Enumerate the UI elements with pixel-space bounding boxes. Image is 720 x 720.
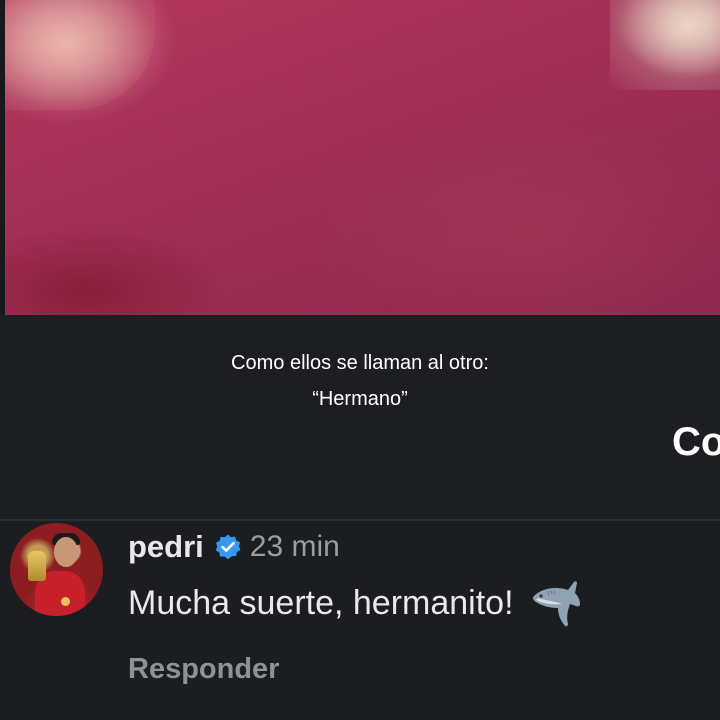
- blurred-hand: [5, 0, 155, 110]
- blurred-highlight: [610, 0, 720, 90]
- caption-line-2: “Hermano”: [312, 388, 408, 410]
- video-frame[interactable]: [5, 0, 720, 315]
- comment-header: pedri 23 min: [128, 527, 340, 567]
- reply-button[interactable]: Responder: [128, 649, 279, 689]
- username-link[interactable]: pedri: [128, 527, 204, 567]
- avatar[interactable]: [10, 523, 103, 616]
- comment-body: Mucha suerte, hermanito!: [128, 579, 582, 627]
- shark-icon: [530, 578, 582, 628]
- caption-line-1: Como ellos se llaman al otro:: [231, 352, 489, 374]
- avatar-trophy: [28, 551, 46, 581]
- comment-item: pedri 23 min Mucha suerte, hermanito! Re…: [0, 521, 720, 720]
- comment-text: Mucha suerte, hermanito!: [128, 584, 514, 622]
- video-caption: Como ellos se llaman al otro: “Hermano”: [0, 345, 720, 417]
- left-edge: [0, 0, 5, 315]
- screen: Como ellos se llaman al otro: “Hermano” …: [0, 0, 720, 720]
- verified-badge-icon: [214, 533, 242, 561]
- comment-timestamp: 23 min: [249, 530, 340, 563]
- avatar-medal: [61, 597, 70, 606]
- adjacent-slide-text: Co: [672, 420, 720, 464]
- avatar-head: [54, 537, 78, 567]
